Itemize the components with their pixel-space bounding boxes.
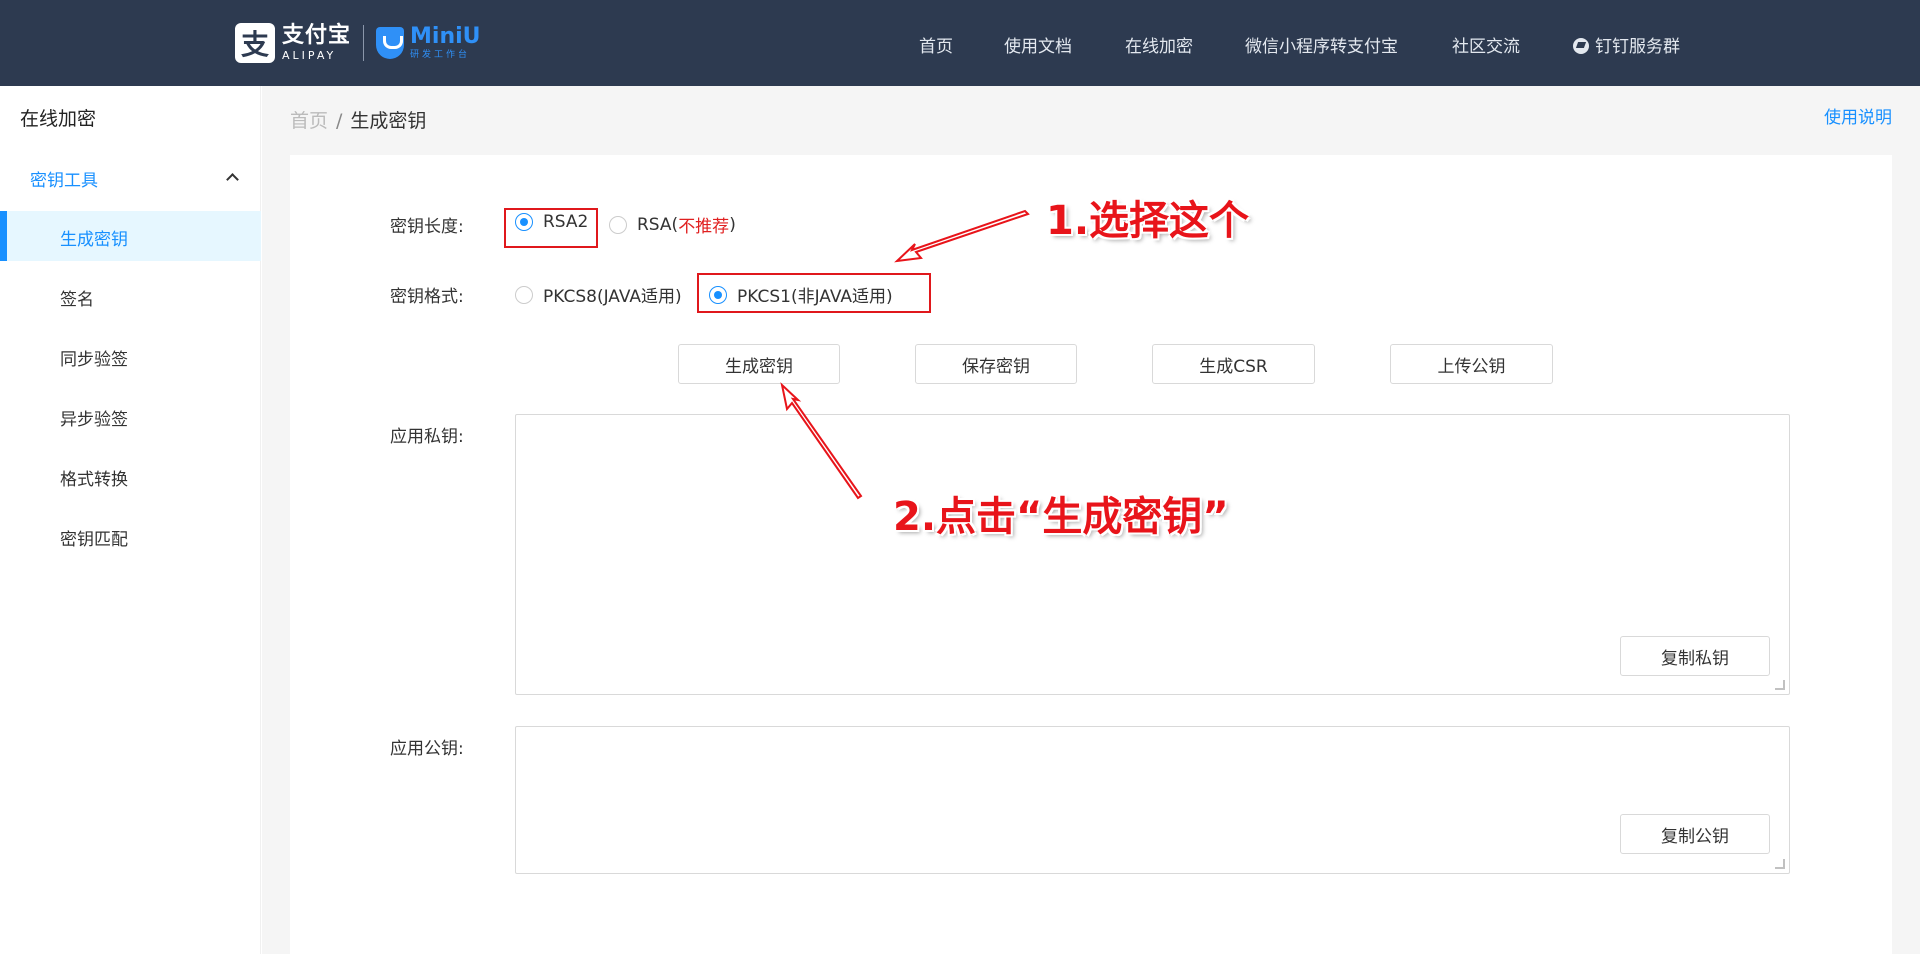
radio-unchecked-icon	[609, 215, 627, 234]
breadcrumb: 首页 / 生成密钥	[290, 106, 426, 133]
sidebar: 在线加密 密钥工具 生成密钥 签名 同步验签 异步验签 格式转换 密钥匹配	[0, 86, 261, 954]
copy-private-key-button[interactable]: 复制私钥	[1620, 636, 1770, 676]
nav-dingtalk-group[interactable]: 钉钉服务群	[1573, 32, 1680, 57]
highlight-box-rsa2	[504, 208, 598, 248]
generate-key-button[interactable]: 生成密钥	[678, 344, 840, 384]
radio-pkcs8[interactable]: PKCS8(JAVA适用)	[515, 282, 682, 307]
sidebar-item-label: 异步验签	[60, 410, 128, 430]
breadcrumb-home[interactable]: 首页	[290, 110, 328, 132]
sidebar-item-generate-key[interactable]: 生成密钥	[0, 211, 261, 261]
radio-unchecked-icon	[515, 285, 533, 304]
sidebar-item-format-convert[interactable]: 格式转换	[0, 451, 261, 501]
resize-grip-icon[interactable]	[1775, 859, 1785, 869]
radio-rsa-suffix: )	[729, 214, 736, 235]
radio-rsa-label: RSA(	[637, 214, 679, 235]
highlight-box-pkcs1	[697, 273, 931, 313]
generate-csr-button[interactable]: 生成CSR	[1152, 344, 1315, 384]
sidebar-title: 在线加密	[20, 108, 97, 130]
sidebar-item-label: 生成密钥	[60, 230, 128, 250]
sidebar-group-label: 密钥工具	[30, 171, 98, 191]
nav-online-encrypt[interactable]: 在线加密	[1125, 32, 1193, 57]
nav-docs[interactable]: 使用文档	[1004, 32, 1072, 57]
breadcrumb-current: 生成密钥	[350, 110, 427, 132]
nav-wechat-to-alipay[interactable]: 微信小程序转支付宝	[1245, 32, 1398, 57]
breadcrumb-separator: /	[336, 110, 343, 132]
sidebar-item-label: 同步验签	[60, 350, 128, 370]
upload-public-key-button[interactable]: 上传公钥	[1390, 344, 1553, 384]
public-key-textarea[interactable]	[515, 726, 1790, 874]
private-key-textarea[interactable]	[515, 414, 1790, 695]
resize-grip-icon[interactable]	[1775, 680, 1785, 690]
save-key-button[interactable]: 保存密钥	[915, 344, 1077, 384]
sidebar-item-label: 密钥匹配	[60, 530, 128, 550]
key-length-label: 密钥长度:	[390, 217, 464, 237]
not-recommended-note: 不推荐	[678, 217, 730, 237]
dingtalk-icon	[1573, 38, 1589, 54]
nav-home[interactable]: 首页	[919, 32, 953, 57]
annotation-step2: 2.点击“生成密钥”	[893, 494, 1229, 540]
sidebar-group-key-tools[interactable]: 密钥工具	[0, 158, 261, 198]
sidebar-item-sync-verify[interactable]: 同步验签	[0, 331, 261, 381]
main-nav: 首页 使用文档 在线加密 微信小程序转支付宝 社区交流 钉钉服务群	[0, 0, 1920, 86]
annotation-step1: 1.选择这个	[1046, 198, 1250, 244]
private-key-label: 应用私钥:	[390, 427, 464, 447]
nav-community[interactable]: 社区交流	[1452, 32, 1520, 57]
help-link[interactable]: 使用说明	[1824, 103, 1892, 128]
copy-public-key-button[interactable]: 复制公钥	[1620, 814, 1770, 854]
key-format-label: 密钥格式:	[390, 287, 464, 307]
sidebar-item-label: 格式转换	[60, 470, 128, 490]
radio-rsa[interactable]: RSA(不推荐)	[609, 212, 736, 237]
top-navbar: 支 支付宝 ALIPAY MiniU 研发工作台 首页 使用文档 在线加密 微信…	[0, 0, 1920, 86]
radio-pkcs8-label: PKCS8(JAVA适用)	[543, 287, 682, 307]
sidebar-item-label: 签名	[60, 290, 94, 310]
nav-dingtalk-label: 钉钉服务群	[1595, 37, 1680, 57]
sidebar-item-sign[interactable]: 签名	[0, 271, 261, 321]
sidebar-item-key-match[interactable]: 密钥匹配	[0, 511, 261, 561]
chevron-up-icon	[226, 173, 239, 186]
public-key-label: 应用公钥:	[390, 739, 464, 759]
sidebar-item-async-verify[interactable]: 异步验签	[0, 391, 261, 441]
